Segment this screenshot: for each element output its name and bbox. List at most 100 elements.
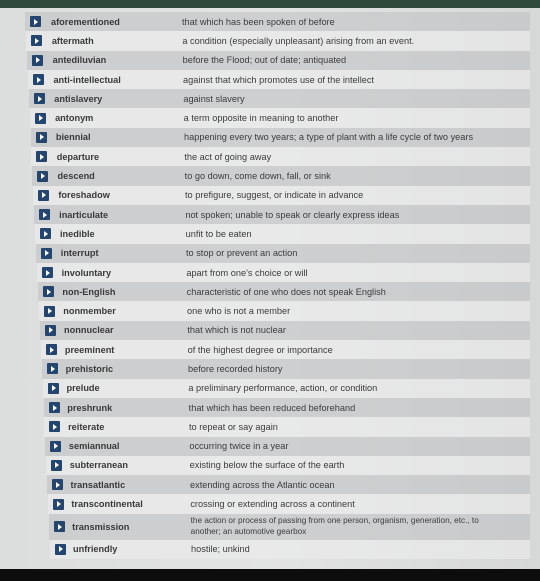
vocab-definition: the action or process of passing from on… xyxy=(190,516,479,536)
vocab-definition: before recorded history xyxy=(188,363,283,374)
vocab-term: unfriendly xyxy=(73,544,118,555)
vocab-row: preshrunk that which has been reduced bef… xyxy=(0,397,540,418)
vocab-row: prelude a preliminary performance, action… xyxy=(0,378,540,398)
vocab-row: biennial happening every two years; a typ… xyxy=(0,127,540,148)
play-audio-icon[interactable] xyxy=(37,170,49,182)
play-audio-icon[interactable] xyxy=(33,93,45,105)
vocab-row: anti-intellectual against that which prom… xyxy=(0,69,540,90)
vocab-row: involuntary apart from one's choice or wi… xyxy=(0,262,540,283)
vocab-term: antislavery xyxy=(54,93,103,104)
vocab-definition: to stop or prevent an action xyxy=(186,248,298,259)
row-background xyxy=(35,224,530,244)
vocab-definition: characteristic of one who does not speak… xyxy=(186,286,386,297)
vocab-definition: hostile; unkind xyxy=(191,544,250,555)
play-audio-icon[interactable] xyxy=(45,344,57,356)
vocab-row: semiannual occurring twice in a year xyxy=(0,436,540,456)
vocab-term: semiannual xyxy=(68,441,120,452)
play-audio-icon[interactable] xyxy=(31,54,43,66)
vocab-definition: a condition (especially unpleasant) aris… xyxy=(182,35,415,46)
vocab-row: antonym a term opposite in meaning to ano… xyxy=(0,108,540,128)
vocab-definition: the act of going away xyxy=(184,151,272,162)
vocab-term: anti-intellectual xyxy=(53,74,121,85)
vocab-term: aforementioned xyxy=(51,16,120,27)
play-audio-icon[interactable] xyxy=(42,267,54,278)
play-audio-icon[interactable] xyxy=(40,228,52,240)
vocab-row: transatlantic extending across the Atlant… xyxy=(0,475,540,495)
vocab-term: departure xyxy=(56,151,100,162)
vocab-row: non-English characteristic of one who doe… xyxy=(0,282,540,302)
vocab-row: inedible unfit to be eaten xyxy=(0,224,540,244)
play-audio-icon[interactable] xyxy=(54,521,66,533)
vocab-definition: not spoken; unable to speak or clearly e… xyxy=(185,209,400,220)
play-audio-icon[interactable] xyxy=(53,498,65,510)
vocab-row: descend to go down, come down, fall, or s… xyxy=(0,166,540,186)
vocab-definition: to repeat or say again xyxy=(189,421,278,432)
play-audio-icon[interactable] xyxy=(35,131,47,143)
play-audio-icon[interactable] xyxy=(55,543,66,555)
vocab-term: aftermath xyxy=(51,35,94,46)
vocab-term: biennial xyxy=(55,132,91,143)
row-background xyxy=(44,417,530,437)
vocab-definition: apart from one's choice or will xyxy=(186,267,308,278)
vocab-definition: to prefigure, suggest, or indicate in ad… xyxy=(185,190,364,201)
vocab-term: prehistoric xyxy=(65,363,114,374)
vocab-term: transcontinental xyxy=(71,499,143,510)
play-audio-icon[interactable] xyxy=(47,382,59,394)
vocab-row: foreshadow to prefigure, suggest, or indi… xyxy=(0,185,540,205)
play-audio-icon[interactable] xyxy=(52,479,64,491)
row-background xyxy=(31,147,530,167)
row-background xyxy=(41,359,530,379)
vocab-row: aforementioned that which has been spoken… xyxy=(0,12,540,32)
play-audio-icon[interactable] xyxy=(38,189,50,201)
row-background xyxy=(28,89,530,109)
vocab-row: antislavery against slavery xyxy=(0,89,540,109)
vocab-row: reiterate to repeat or say again xyxy=(0,417,540,437)
vocab-definition: extending across the Atlantic ocean xyxy=(190,479,335,490)
play-audio-icon[interactable] xyxy=(50,440,62,452)
vocab-row: departure the act of going away xyxy=(0,147,540,167)
play-audio-icon[interactable] xyxy=(41,247,53,259)
vocab-term: descend xyxy=(57,171,95,182)
play-audio-icon[interactable] xyxy=(42,286,54,298)
vocabulary-table: aforementioned that which has been spoken… xyxy=(0,12,540,560)
play-audio-icon[interactable] xyxy=(51,459,63,471)
play-audio-icon[interactable] xyxy=(36,151,48,163)
vocab-term: nonmember xyxy=(63,306,116,317)
vocab-term: inarticulate xyxy=(59,209,109,220)
vocab-term: interrupt xyxy=(60,248,99,259)
vocab-definition: before the Flood; out of date; antiquate… xyxy=(182,55,347,66)
vocab-row: nonnuclear that which is not nuclear xyxy=(0,320,540,341)
vocab-row: nonmember one who is not a member xyxy=(0,301,540,321)
vocab-definition: a term opposite in meaning to another xyxy=(183,113,339,124)
vocab-definition: against that which promotes use of the i… xyxy=(183,74,375,85)
vocab-definition: of the highest degree or importance xyxy=(187,344,333,355)
window-top-edge xyxy=(0,0,540,8)
vocab-term: transatlantic xyxy=(70,479,126,490)
vocab-term: preeminent xyxy=(64,344,115,355)
play-audio-icon[interactable] xyxy=(32,74,44,86)
play-audio-icon[interactable] xyxy=(34,112,46,124)
vocab-row: aftermath a condition (especially unpleas… xyxy=(0,31,540,51)
vocab-term: involuntary xyxy=(61,267,112,278)
vocab-term: nonnuclear xyxy=(64,325,114,336)
vocab-row: transmission the action or process of pas… xyxy=(0,513,540,540)
vocab-term: inedible xyxy=(59,228,95,239)
play-audio-icon[interactable] xyxy=(46,363,58,375)
play-audio-icon[interactable] xyxy=(30,16,41,28)
vocab-definition: that which has been spoken of before xyxy=(182,16,335,27)
vocab-term: subterranean xyxy=(69,460,128,471)
play-audio-icon[interactable] xyxy=(49,421,61,433)
play-audio-icon[interactable] xyxy=(30,35,42,47)
vocab-term: antonym xyxy=(55,113,94,124)
vocab-definition: existing below the surface of the earth xyxy=(189,460,345,471)
vocab-term: antediluvian xyxy=(52,55,107,66)
play-audio-icon[interactable] xyxy=(48,402,60,414)
vocab-definition: against slavery xyxy=(183,93,245,104)
vocab-row: inarticulate not spoken; unable to speak … xyxy=(0,204,540,225)
vocab-row: interrupt to stop or prevent an action xyxy=(0,243,540,263)
play-audio-icon[interactable] xyxy=(39,209,51,221)
row-background xyxy=(50,539,530,560)
vocab-definition: that which has been reduced beforehand xyxy=(188,402,356,413)
play-audio-icon[interactable] xyxy=(44,324,56,336)
play-audio-icon[interactable] xyxy=(43,305,55,317)
